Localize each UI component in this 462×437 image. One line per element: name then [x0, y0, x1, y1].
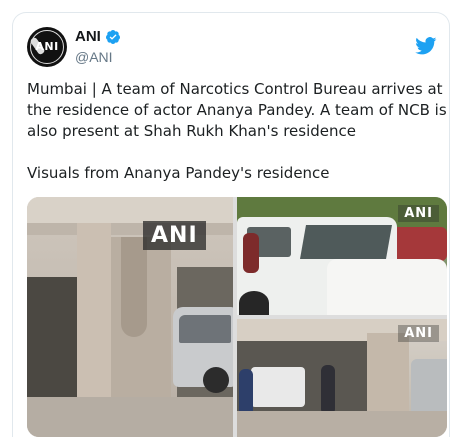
- avatar-label: ANI: [35, 40, 59, 53]
- floor: [27, 397, 233, 437]
- garage-entrance-photo[interactable]: ANI: [237, 319, 447, 437]
- twitter-bird-icon[interactable]: [415, 37, 437, 55]
- avatar[interactable]: ANI: [27, 27, 67, 67]
- suv-hood: [327, 259, 447, 315]
- parked-car: [411, 359, 447, 419]
- tweet-text: Mumbai | A team of Narcotics Control Bur…: [27, 79, 447, 184]
- floor: [237, 411, 447, 437]
- car-wheel: [203, 367, 229, 393]
- media-grid: ANI ANI ANI: [27, 197, 447, 437]
- car-window: [179, 315, 231, 343]
- verified-badge-icon: [105, 29, 120, 44]
- author-handle[interactable]: @ANI: [75, 49, 113, 65]
- display-name[interactable]: ANI: [75, 28, 101, 45]
- suv-wheel: [239, 291, 269, 315]
- ani-watermark: ANI: [398, 205, 439, 222]
- suv-windshield: [300, 225, 392, 259]
- tweet-card[interactable]: ANI ANI @ANI Mumbai | A team of Narcotic…: [12, 12, 450, 437]
- tweet-paragraph: Mumbai | A team of Narcotics Control Bur…: [27, 80, 447, 140]
- ani-watermark: ANI: [398, 325, 439, 342]
- ani-watermark: ANI: [143, 221, 206, 250]
- white-suv-photo[interactable]: ANI: [237, 197, 447, 315]
- pillar-shadow: [121, 237, 147, 337]
- parking-garage-photo[interactable]: ANI: [27, 197, 233, 437]
- person: [321, 365, 335, 415]
- ceiling-slab: [27, 197, 233, 223]
- tweet-header: ANI ANI @ANI: [25, 25, 439, 69]
- white-vehicle: [251, 367, 305, 407]
- person: [243, 233, 259, 273]
- author-name-row[interactable]: ANI: [75, 28, 121, 45]
- tweet-paragraph: Visuals from Ananya Pandey's residence: [27, 164, 330, 182]
